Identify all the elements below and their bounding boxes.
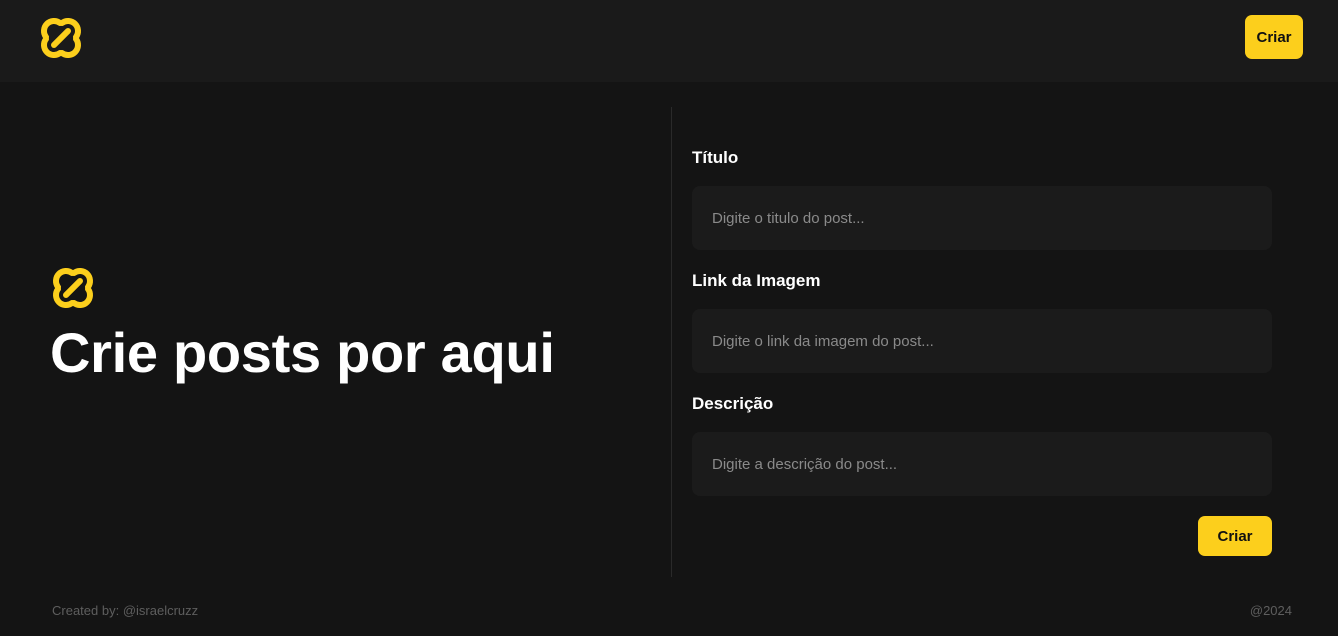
footer-year: @2024: [1249, 603, 1292, 618]
description-input[interactable]: [692, 432, 1272, 496]
top-header: Criar: [0, 0, 1338, 82]
logo-icon[interactable]: [40, 17, 82, 59]
hero-logo-icon: [52, 267, 94, 309]
vertical-divider: [671, 107, 672, 577]
image-link-label: Link da Imagem: [692, 271, 821, 290]
description-label: Descrição: [692, 394, 774, 413]
hero-title: Crie posts por aqui: [50, 321, 555, 384]
footer-credit: Created by: @israelcruzz: [52, 603, 199, 618]
title-input[interactable]: [692, 186, 1272, 250]
title-label: Título: [692, 148, 739, 167]
header-create-button[interactable]: Criar: [1245, 15, 1303, 59]
image-link-input[interactable]: [692, 309, 1272, 373]
submit-create-button[interactable]: Criar: [1198, 516, 1272, 556]
